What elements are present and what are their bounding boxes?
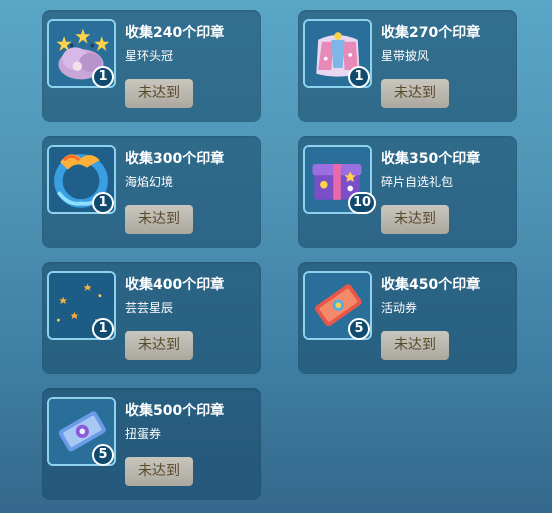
claim-button[interactable]: 未达到: [381, 205, 449, 234]
reward-title: 收集270个印章: [381, 25, 481, 41]
item-count-badge: 1: [92, 318, 114, 340]
item-count-badge: 10: [348, 192, 377, 214]
item-count-badge: 1: [348, 66, 370, 88]
reward-card-500: 5 收集500个印章 扭蛋券 未达到: [42, 388, 261, 500]
reward-title: 收集300个印章: [125, 151, 225, 167]
item-count-badge: 5: [348, 318, 370, 340]
reward-card-400: 1 收集400个印章 芸芸星辰 未达到: [42, 262, 261, 374]
reward-card-350: 10 收集350个印章 碎片自选礼包 未达到: [298, 136, 517, 248]
item-count-badge: 1: [92, 192, 114, 214]
claim-button[interactable]: 未达到: [381, 79, 449, 108]
reward-item-name: 星环头冠: [125, 49, 174, 63]
reward-card-450: 5 收集450个印章 活动券 未达到: [298, 262, 517, 374]
reward-title: 收集450个印章: [381, 277, 481, 293]
reward-card-240: 1 收集240个印章 星环头冠 未达到: [42, 10, 261, 122]
reward-item-name: 碎片自选礼包: [381, 175, 454, 189]
claim-button[interactable]: 未达到: [381, 331, 449, 360]
reward-card-270: 1 收集270个印章 星带披风 未达到: [298, 10, 517, 122]
reward-item-name: 活动券: [381, 301, 418, 315]
reward-title: 收集400个印章: [125, 277, 225, 293]
reward-item-name: 芸芸星辰: [125, 301, 174, 315]
reward-item-name: 星带披风: [381, 49, 430, 63]
reward-title: 收集350个印章: [381, 151, 481, 167]
claim-button[interactable]: 未达到: [125, 205, 193, 234]
reward-title: 收集500个印章: [125, 403, 225, 419]
item-count-badge: 1: [92, 66, 114, 88]
claim-button[interactable]: 未达到: [125, 457, 193, 486]
reward-item-name: 扭蛋券: [125, 427, 162, 441]
item-count-badge: 5: [92, 444, 114, 466]
claim-button[interactable]: 未达到: [125, 331, 193, 360]
reward-card-300: 1 收集300个印章 海焰幻境 未达到: [42, 136, 261, 248]
claim-button[interactable]: 未达到: [125, 79, 193, 108]
reward-item-name: 海焰幻境: [125, 175, 174, 189]
reward-title: 收集240个印章: [125, 25, 225, 41]
